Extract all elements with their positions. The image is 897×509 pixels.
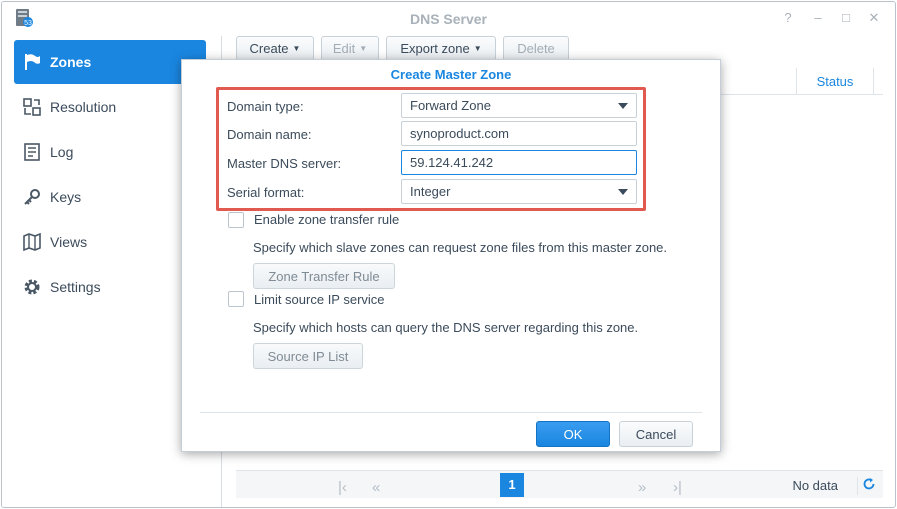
source-ip-label: Limit source IP service <box>254 292 385 307</box>
views-icon <box>22 232 42 252</box>
sidebar-item-zones[interactable]: Zones <box>14 40 206 84</box>
serial-format-value: Integer <box>410 184 451 199</box>
sidebar-item-label: Resolution <box>50 99 117 115</box>
edit-button[interactable]: Edit ▼ <box>321 36 379 61</box>
sidebar-item-label: Log <box>50 144 74 160</box>
key-icon <box>22 187 42 207</box>
first-page-icon[interactable]: |‹ <box>338 479 347 496</box>
flag-icon <box>22 52 42 72</box>
sidebar-item-label: Views <box>50 234 88 250</box>
log-icon <box>22 142 42 162</box>
pager-status: No data <box>792 478 838 493</box>
source-ip-checkbox[interactable] <box>228 291 244 307</box>
source-ip-description: Specify which hosts can query the DNS se… <box>253 320 639 335</box>
serial-format-select[interactable]: Integer <box>401 179 637 204</box>
zone-transfer-description: Specify which slave zones can request zo… <box>253 240 668 255</box>
domain-name-value: synoproduct.com <box>410 126 509 141</box>
sidebar-item-log[interactable]: Log <box>14 130 206 174</box>
sidebar-item-label: Zones <box>50 54 92 70</box>
export-zone-button-label: Export zone <box>400 41 470 56</box>
sidebar-item-label: Settings <box>50 279 101 295</box>
zone-transfer-rule-button[interactable]: Zone Transfer Rule <box>253 263 395 289</box>
dialog-divider <box>200 412 702 413</box>
zone-transfer-label: Enable zone transfer rule <box>254 212 400 227</box>
current-page-button[interactable]: 1 <box>500 473 524 497</box>
help-icon[interactable]: ? <box>780 10 796 26</box>
create-button[interactable]: Create ▼ <box>236 36 314 61</box>
dialog-title: Create Master Zone <box>390 67 512 82</box>
domain-name-field[interactable]: synoproduct.com <box>401 121 637 146</box>
dropdown-arrow-icon <box>618 189 628 195</box>
gear-icon <box>22 277 42 297</box>
domain-type-label: Domain type: <box>227 99 304 114</box>
domain-type-select[interactable]: Forward Zone <box>401 93 637 118</box>
delete-button[interactable]: Delete <box>503 36 569 61</box>
window-title: DNS Server <box>409 11 488 27</box>
source-ip-list-button[interactable]: Source IP List <box>253 343 363 369</box>
chevron-down-icon: ▼ <box>473 44 482 53</box>
master-dns-field[interactable]: 59.124.41.242 <box>401 150 637 175</box>
create-master-zone-dialog: Create Master Zone Domain type: Forward … <box>181 59 721 452</box>
domain-name-label: Domain name: <box>227 127 312 142</box>
title-bar: 53 DNS Server ? – □ ✕ <box>2 2 895 36</box>
sidebar-item-views[interactable]: Views <box>14 220 206 264</box>
sidebar-item-settings[interactable]: Settings <box>14 265 206 309</box>
edit-button-label: Edit <box>332 41 356 56</box>
maximize-icon[interactable]: □ <box>838 10 854 26</box>
export-zone-button[interactable]: Export zone ▼ <box>386 36 496 61</box>
refresh-icon[interactable] <box>857 477 875 495</box>
chevron-down-icon: ▼ <box>359 44 368 53</box>
master-dns-label: Master DNS server: <box>227 156 342 171</box>
delete-button-label: Delete <box>517 41 555 56</box>
ok-button[interactable]: OK <box>536 421 610 447</box>
sidebar-item-resolution[interactable]: Resolution <box>14 85 206 129</box>
sidebar-item-label: Keys <box>50 189 82 205</box>
dropdown-arrow-icon <box>618 103 628 109</box>
last-page-icon[interactable]: ›| <box>673 479 682 496</box>
resolution-icon <box>22 97 42 117</box>
chevron-down-icon: ▼ <box>292 44 301 53</box>
next-page-icon[interactable]: » <box>638 479 646 496</box>
dns-server-window: 53 DNS Server ? – □ ✕ Zones Resolution L… <box>1 1 896 508</box>
pagination-bar: |‹ « 1 » ›| No data <box>236 470 883 498</box>
master-dns-value: 59.124.41.242 <box>410 155 494 170</box>
create-button-label: Create <box>249 41 289 56</box>
minimize-icon[interactable]: – <box>810 10 826 26</box>
previous-page-icon[interactable]: « <box>372 479 380 496</box>
sidebar-item-keys[interactable]: Keys <box>14 175 206 219</box>
status-column-header[interactable]: Status <box>796 68 874 95</box>
serial-format-label: Serial format: <box>227 185 305 200</box>
zone-transfer-checkbox[interactable] <box>228 212 244 228</box>
close-icon[interactable]: ✕ <box>866 10 882 26</box>
domain-type-value: Forward Zone <box>410 98 491 113</box>
cancel-button[interactable]: Cancel <box>619 421 693 447</box>
